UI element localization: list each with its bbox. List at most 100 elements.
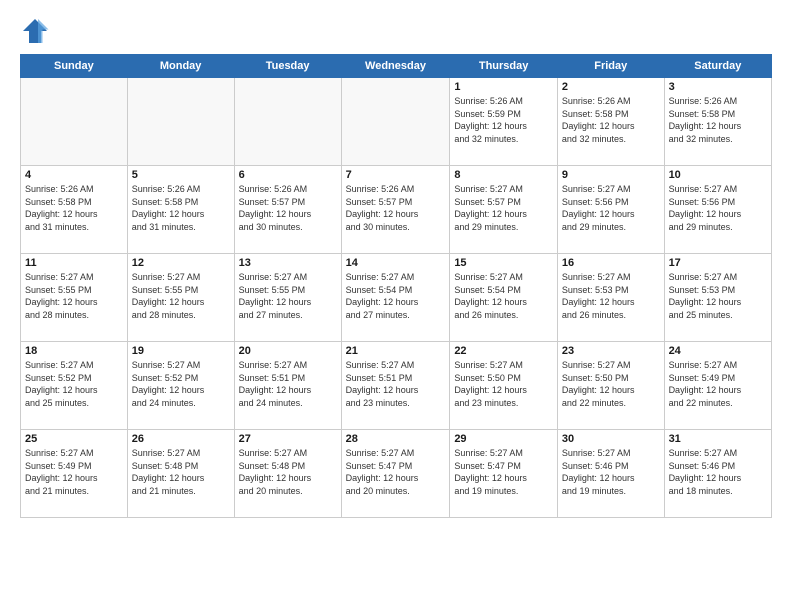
day-number: 2 [562, 81, 660, 93]
day-number: 27 [239, 433, 337, 445]
table-row: 17Sunrise: 5:27 AM Sunset: 5:53 PM Dayli… [664, 254, 771, 342]
calendar-week-row: 1 Sunrise: 5:26 AM Sunset: 5:59 PM Daylig… [21, 78, 772, 166]
day-number: 22 [454, 345, 553, 357]
day-info: Sunrise: 5:26 AM Sunset: 5:59 PM Dayligh… [454, 95, 553, 145]
table-row: 6 Sunrise: 5:26 AM Sunset: 5:57 PM Daylig… [234, 166, 341, 254]
day-info: Sunrise: 5:26 AM Sunset: 5:57 PM Dayligh… [239, 183, 337, 233]
logo-icon [20, 16, 50, 46]
table-row: 10 Sunrise: 5:27 AM Sunset: 5:56 PM Dayli… [664, 166, 771, 254]
day-number: 4 [25, 169, 123, 181]
col-sunday: Sunday [21, 55, 128, 78]
table-row [234, 78, 341, 166]
table-row: 18 Sunrise: 5:27 AM Sunset: 5:52 PM Dayli… [21, 342, 128, 430]
day-info: Sunrise: 5:27 AM Sunset: 5:48 PM Dayligh… [239, 447, 337, 497]
day-info: Sunrise: 5:27 AM Sunset: 5:54 PM Dayligh… [454, 271, 553, 321]
day-info: Sunrise: 5:27 AM Sunset: 5:55 PM Dayligh… [132, 271, 230, 321]
day-info: Sunrise: 5:27 AM Sunset: 5:52 PM Dayligh… [132, 359, 230, 409]
table-row: 30 Sunrise: 5:27 AM Sunset: 5:46 PM Dayli… [557, 430, 664, 518]
calendar-week-row: 25 Sunrise: 5:27 AM Sunset: 5:49 PM Dayli… [21, 430, 772, 518]
day-number: 16 [562, 257, 660, 269]
day-info: Sunrise: 5:27 AM Sunset: 5:51 PM Dayligh… [346, 359, 446, 409]
day-info: Sunrise: 5:27 AM Sunset: 5:57 PM Dayligh… [454, 183, 553, 233]
table-row: 22 Sunrise: 5:27 AM Sunset: 5:50 PM Dayli… [450, 342, 558, 430]
table-row: 7Sunrise: 5:26 AM Sunset: 5:57 PM Daylig… [341, 166, 450, 254]
day-info: Sunrise: 5:27 AM Sunset: 5:49 PM Dayligh… [25, 447, 123, 497]
col-wednesday: Wednesday [341, 55, 450, 78]
table-row: 27 Sunrise: 5:27 AM Sunset: 5:48 PM Dayli… [234, 430, 341, 518]
table-row: 9 Sunrise: 5:27 AM Sunset: 5:56 PM Daylig… [557, 166, 664, 254]
col-friday: Friday [557, 55, 664, 78]
day-number: 12 [132, 257, 230, 269]
table-row: 2 Sunrise: 5:26 AM Sunset: 5:58 PM Daylig… [557, 78, 664, 166]
page: Sunday Monday Tuesday Wednesday Thursday… [0, 0, 792, 612]
table-row: 16 Sunrise: 5:27 AM Sunset: 5:53 PM Dayli… [557, 254, 664, 342]
table-row: 31 Sunrise: 5:27 AM Sunset: 5:46 PM Dayli… [664, 430, 771, 518]
table-row: 28 Sunrise: 5:27 AM Sunset: 5:47 PM Dayli… [341, 430, 450, 518]
day-number: 3 [669, 81, 767, 93]
day-number: 1 [454, 81, 553, 93]
day-number: 17 [669, 257, 767, 269]
day-number: 29 [454, 433, 553, 445]
day-number: 21 [346, 345, 446, 357]
table-row: 15 Sunrise: 5:27 AM Sunset: 5:54 PM Dayli… [450, 254, 558, 342]
day-info: Sunrise: 5:27 AM Sunset: 5:55 PM Dayligh… [239, 271, 337, 321]
day-info: Sunrise: 5:27 AM Sunset: 5:47 PM Dayligh… [454, 447, 553, 497]
header [20, 16, 772, 46]
day-number: 14 [346, 257, 446, 269]
day-info: Sunrise: 5:27 AM Sunset: 5:52 PM Dayligh… [25, 359, 123, 409]
day-info: Sunrise: 5:27 AM Sunset: 5:55 PM Dayligh… [25, 271, 123, 321]
table-row [127, 78, 234, 166]
day-info: Sunrise: 5:27 AM Sunset: 5:48 PM Dayligh… [132, 447, 230, 497]
day-number: 26 [132, 433, 230, 445]
day-number: 24 [669, 345, 767, 357]
table-row: 1 Sunrise: 5:26 AM Sunset: 5:59 PM Daylig… [450, 78, 558, 166]
day-info: Sunrise: 5:27 AM Sunset: 5:56 PM Dayligh… [562, 183, 660, 233]
table-row: 26 Sunrise: 5:27 AM Sunset: 5:48 PM Dayli… [127, 430, 234, 518]
day-info: Sunrise: 5:26 AM Sunset: 5:58 PM Dayligh… [25, 183, 123, 233]
table-row: 23Sunrise: 5:27 AM Sunset: 5:50 PM Dayli… [557, 342, 664, 430]
day-number: 10 [669, 169, 767, 181]
day-info: Sunrise: 5:26 AM Sunset: 5:58 PM Dayligh… [562, 95, 660, 145]
day-number: 15 [454, 257, 553, 269]
day-info: Sunrise: 5:26 AM Sunset: 5:57 PM Dayligh… [346, 183, 446, 233]
col-saturday: Saturday [664, 55, 771, 78]
day-info: Sunrise: 5:27 AM Sunset: 5:50 PM Dayligh… [562, 359, 660, 409]
table-row: 3 Sunrise: 5:26 AM Sunset: 5:58 PM Daylig… [664, 78, 771, 166]
day-number: 20 [239, 345, 337, 357]
col-monday: Monday [127, 55, 234, 78]
day-number: 25 [25, 433, 123, 445]
day-info: Sunrise: 5:26 AM Sunset: 5:58 PM Dayligh… [132, 183, 230, 233]
day-number: 11 [25, 257, 123, 269]
day-info: Sunrise: 5:27 AM Sunset: 5:54 PM Dayligh… [346, 271, 446, 321]
day-info: Sunrise: 5:27 AM Sunset: 5:46 PM Dayligh… [562, 447, 660, 497]
table-row: 21 Sunrise: 5:27 AM Sunset: 5:51 PM Dayli… [341, 342, 450, 430]
table-row: 19Sunrise: 5:27 AM Sunset: 5:52 PM Dayli… [127, 342, 234, 430]
day-info: Sunrise: 5:27 AM Sunset: 5:47 PM Dayligh… [346, 447, 446, 497]
table-row: 5 Sunrise: 5:26 AM Sunset: 5:58 PM Daylig… [127, 166, 234, 254]
calendar-week-row: 4 Sunrise: 5:26 AM Sunset: 5:58 PM Daylig… [21, 166, 772, 254]
day-number: 18 [25, 345, 123, 357]
day-info: Sunrise: 5:27 AM Sunset: 5:56 PM Dayligh… [669, 183, 767, 233]
table-row: 13Sunrise: 5:27 AM Sunset: 5:55 PM Dayli… [234, 254, 341, 342]
table-row: 4 Sunrise: 5:26 AM Sunset: 5:58 PM Daylig… [21, 166, 128, 254]
calendar-week-row: 18 Sunrise: 5:27 AM Sunset: 5:52 PM Dayli… [21, 342, 772, 430]
day-number: 9 [562, 169, 660, 181]
calendar-table: Sunday Monday Tuesday Wednesday Thursday… [20, 54, 772, 518]
day-number: 30 [562, 433, 660, 445]
table-row [341, 78, 450, 166]
day-number: 6 [239, 169, 337, 181]
day-number: 5 [132, 169, 230, 181]
day-info: Sunrise: 5:27 AM Sunset: 5:50 PM Dayligh… [454, 359, 553, 409]
day-info: Sunrise: 5:27 AM Sunset: 5:51 PM Dayligh… [239, 359, 337, 409]
day-info: Sunrise: 5:27 AM Sunset: 5:46 PM Dayligh… [669, 447, 767, 497]
day-number: 28 [346, 433, 446, 445]
table-row: 14 Sunrise: 5:27 AM Sunset: 5:54 PM Dayli… [341, 254, 450, 342]
col-tuesday: Tuesday [234, 55, 341, 78]
calendar-week-row: 11 Sunrise: 5:27 AM Sunset: 5:55 PM Dayli… [21, 254, 772, 342]
day-info: Sunrise: 5:27 AM Sunset: 5:49 PM Dayligh… [669, 359, 767, 409]
day-info: Sunrise: 5:26 AM Sunset: 5:58 PM Dayligh… [669, 95, 767, 145]
table-row: 20 Sunrise: 5:27 AM Sunset: 5:51 PM Dayli… [234, 342, 341, 430]
table-row: 24 Sunrise: 5:27 AM Sunset: 5:49 PM Dayli… [664, 342, 771, 430]
day-info: Sunrise: 5:27 AM Sunset: 5:53 PM Dayligh… [562, 271, 660, 321]
day-number: 31 [669, 433, 767, 445]
